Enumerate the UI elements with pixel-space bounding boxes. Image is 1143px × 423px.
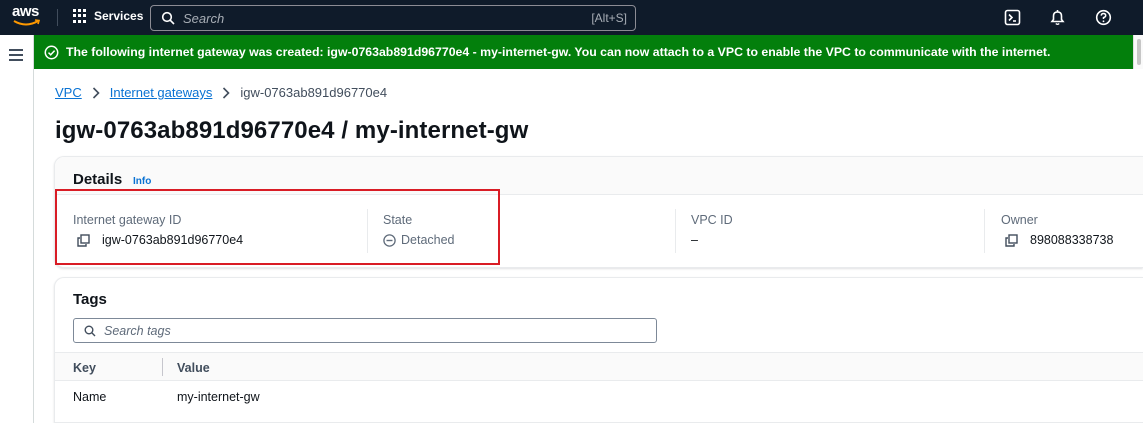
- tag-key-cell: Name: [73, 390, 107, 404]
- field-label: VPC ID: [691, 213, 733, 227]
- breadcrumb-current: igw-0763ab891d96770e4: [240, 85, 388, 100]
- tags-table-header: Key Value: [55, 352, 1143, 381]
- tags-title: Tags: [73, 291, 107, 308]
- field-value: –: [691, 233, 698, 247]
- search-icon: [161, 11, 175, 25]
- chevron-right-icon: [223, 86, 230, 99]
- success-flash-banner: The following internet gateway was creat…: [34, 35, 1133, 69]
- menu-toggle-icon[interactable]: [9, 49, 23, 61]
- cloudshell-icon[interactable]: [1004, 9, 1021, 26]
- main-content: VPC Internet gateways igw-0763ab891d9677…: [34, 69, 1143, 423]
- column-header-key[interactable]: Key: [73, 361, 96, 375]
- column-divider: [984, 209, 985, 253]
- table-row: Name my-internet-gw: [55, 382, 1143, 410]
- services-grid-icon: [73, 9, 87, 23]
- flash-message: The following internet gateway was creat…: [66, 45, 1051, 59]
- copy-icon[interactable]: [1005, 233, 1018, 247]
- services-label: Services: [94, 9, 144, 23]
- notifications-icon[interactable]: [1049, 9, 1066, 26]
- breadcrumb-vpc-link[interactable]: VPC: [55, 85, 82, 100]
- breadcrumb: VPC Internet gateways igw-0763ab891d9677…: [55, 85, 387, 100]
- search-shortcut-hint: [Alt+S]: [591, 11, 627, 25]
- help-icon[interactable]: [1095, 9, 1112, 26]
- search-icon: [84, 325, 96, 336]
- details-info-link[interactable]: Info: [133, 176, 151, 187]
- nav-divider: [57, 9, 58, 26]
- vpc-id-field: VPC ID –: [691, 213, 733, 261]
- aws-smile-icon: [13, 19, 41, 26]
- column-resizer[interactable]: [162, 358, 163, 376]
- tags-panel: Tags Key Value Name my-internet-gw: [54, 277, 1143, 423]
- global-search[interactable]: [Alt+S]: [150, 5, 636, 31]
- page-title: igw-0763ab891d96770e4 / my-internet-gw: [55, 117, 529, 144]
- chevron-right-icon: [92, 86, 100, 99]
- details-title: Details: [73, 171, 123, 188]
- owner-field: Owner 898088338738: [1001, 213, 1113, 261]
- breadcrumb-internet-gateways-link[interactable]: Internet gateways: [110, 85, 213, 100]
- field-label: Owner: [1001, 213, 1038, 227]
- highlight-box: [55, 189, 500, 265]
- field-value: 898088338738: [1030, 233, 1114, 247]
- flash-scrollbar[interactable]: [1133, 35, 1143, 69]
- success-check-icon: [44, 45, 59, 59]
- aws-logo[interactable]: aws: [12, 3, 44, 29]
- side-navigation-rail: [0, 35, 34, 423]
- tags-search[interactable]: [73, 318, 657, 343]
- tags-search-input[interactable]: [104, 323, 656, 338]
- services-menu-button[interactable]: Services: [73, 9, 143, 23]
- column-divider: [675, 209, 676, 253]
- global-search-input[interactable]: [183, 10, 592, 26]
- aws-logo-text: aws: [12, 3, 39, 20]
- column-header-value[interactable]: Value: [177, 361, 210, 375]
- top-navigation: aws Services [Alt+S]: [0, 0, 1143, 35]
- tag-value-cell: my-internet-gw: [177, 390, 260, 404]
